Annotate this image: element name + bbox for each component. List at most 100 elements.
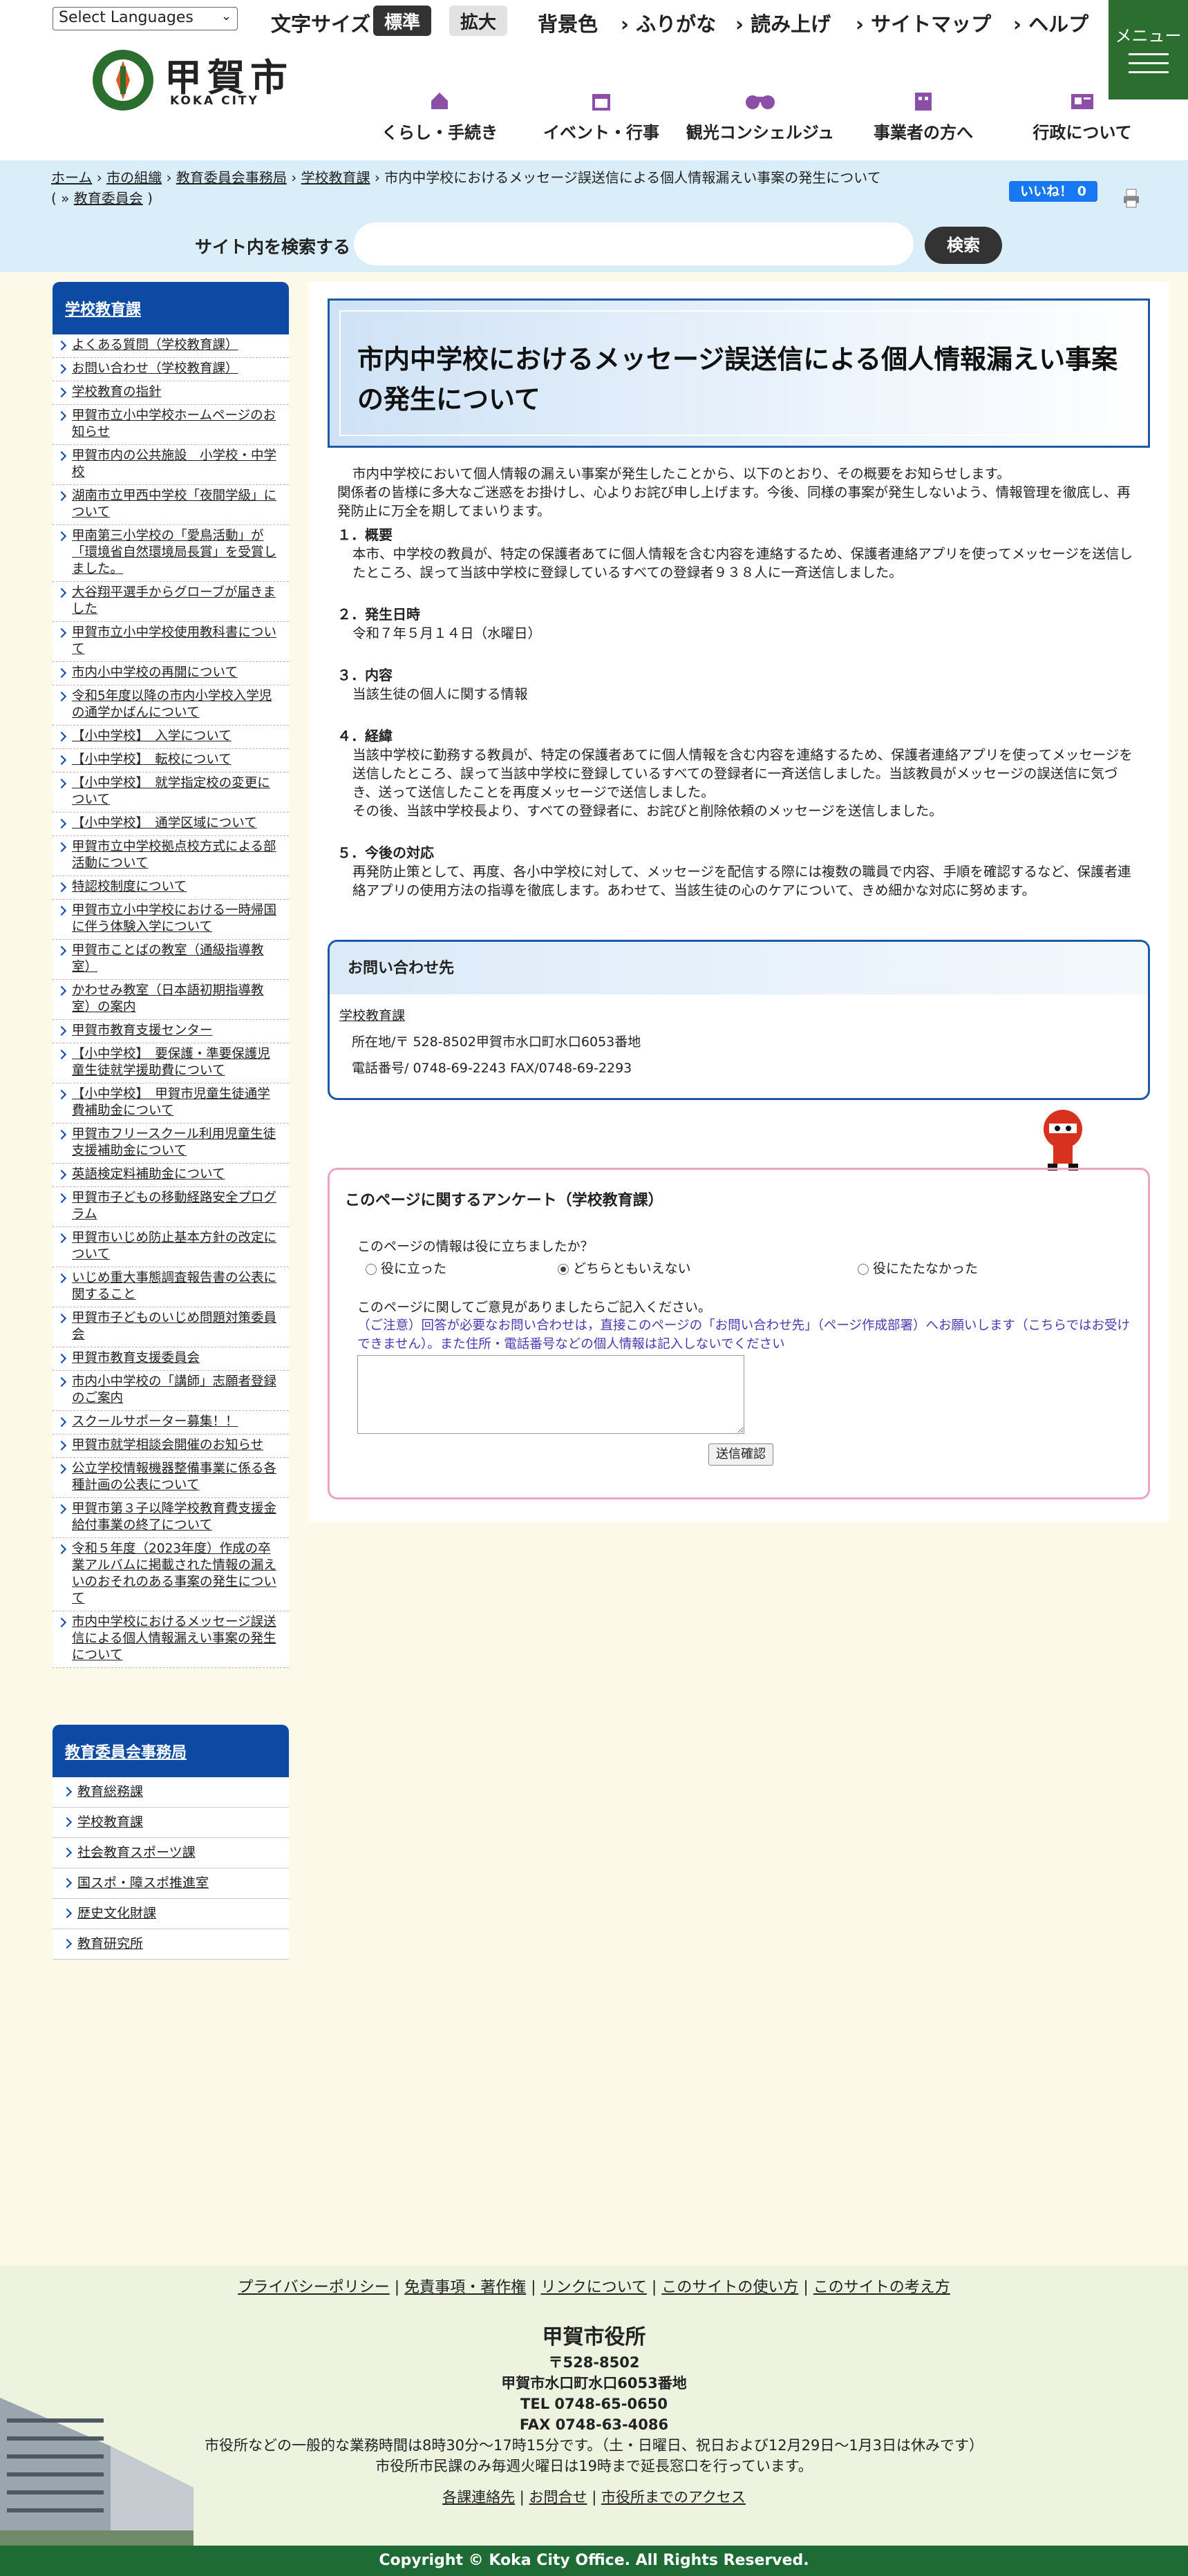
facebook-like-button[interactable]: いいね！ 0	[1009, 181, 1097, 202]
sidebar2-item[interactable]: 教育研究所	[53, 1929, 289, 1960]
read-aloud-button[interactable]: › 読み上げ	[735, 8, 831, 37]
page-title: 市内中学校におけるメッセージ誤送信による個人情報漏えい事案の発生について	[357, 344, 1118, 415]
search-button[interactable]: 検索	[925, 227, 1002, 264]
section-4-body-1: 当該中学校に勤務する教員が、特定の保護者あてに個人情報を含む内容を連絡するため、…	[352, 747, 1133, 800]
survey-option-neutral[interactable]: どちらともいえない	[558, 1258, 691, 1277]
footer-link-policy[interactable]: このサイトの考え方	[813, 2279, 950, 2296]
font-large-button[interactable]: 拡大	[449, 6, 508, 36]
sidebar-item[interactable]: 【小中学校】 入学について	[53, 726, 289, 749]
sidebar-item[interactable]: お問い合わせ（学校教育課）	[53, 358, 289, 381]
sidebar-item[interactable]: 令和5年度以降の市内小学校入学児の通学かばんについて	[53, 685, 289, 726]
site-logo[interactable]: 甲賀市 KOKA CITY	[88, 46, 310, 115]
survey-question-1: このページの情報は役に立ちましたか？	[357, 1239, 594, 1254]
menu-button[interactable]: メニュー	[1109, 0, 1188, 100]
gnav-government[interactable]: 行政について	[1006, 88, 1158, 143]
sidebar-item[interactable]: 学校教育の指針	[53, 381, 289, 405]
sidebar-item[interactable]: 【小中学校】 甲賀市児童生徒通学費補助金について	[53, 1083, 289, 1124]
sidebar2-item[interactable]: 社会教育スポーツ課	[53, 1838, 289, 1868]
chevron-down-icon: ⌄	[220, 9, 232, 23]
city-emblem-icon	[93, 50, 153, 111]
gnav-living[interactable]: くらし・手続き	[364, 88, 516, 143]
radio-icon	[366, 1263, 377, 1275]
help-link[interactable]: › ヘルプ	[1013, 8, 1088, 37]
footer-link-inquiry[interactable]: お問合せ	[529, 2489, 587, 2506]
sidebar-item[interactable]: 甲賀市内の公共施設 小学校・中学校	[53, 445, 289, 485]
survey-comment-textarea[interactable]	[357, 1355, 744, 1434]
footer-link-contacts[interactable]: 各課連絡先	[442, 2489, 515, 2506]
sidebar-item[interactable]: 大谷翔平選手からグローブが届きました	[53, 582, 289, 622]
sidebar-item[interactable]: 公立学校情報機器整備事業に係る各種計画の公表について	[53, 1458, 289, 1498]
sidebar-item[interactable]: いじめ重大事態調査報告書の公表に関すること	[53, 1267, 289, 1307]
print-icon[interactable]	[1122, 188, 1140, 209]
sidebar-item[interactable]: 甲賀市子どもの移動経路安全プログラム	[53, 1187, 289, 1227]
sidebar2-item[interactable]: 学校教育課	[53, 1808, 289, 1838]
font-standard-button[interactable]: 標準	[373, 6, 432, 36]
sidebar-item[interactable]: 【小中学校】 転校について	[53, 749, 289, 773]
sidebar-item[interactable]: 【小中学校】 就学指定校の変更について	[53, 773, 289, 813]
sidebar-item[interactable]: 甲南第三小学校の「愛鳥活動」が「環境省自然環境局長賞」を受賞しました。	[53, 525, 289, 582]
search-input[interactable]	[354, 222, 914, 265]
breadcrumb-school[interactable]: 学校教育課	[301, 169, 370, 186]
footer-link-access[interactable]: 市役所までのアクセス	[601, 2489, 746, 2506]
sidebar-title[interactable]: 学校教育課	[53, 282, 289, 334]
sidebar2-item[interactable]: 教育総務課	[53, 1777, 289, 1808]
sidebar-item[interactable]: 甲賀市第３子以降学校教育費支援金給付事業の終了について	[53, 1498, 289, 1538]
footer-link-links[interactable]: リンクについて	[541, 2279, 647, 2296]
sidebar-item[interactable]: 甲賀市立小中学校ホームページのお知らせ	[53, 405, 289, 445]
survey-submit-button[interactable]: 送信確認	[708, 1443, 773, 1466]
footer-hours-2: 市役所市民課のみ毎週火曜日は19時まで延長窓口を行っています。	[375, 2458, 813, 2474]
gnav-business[interactable]: 事業者の方へ	[847, 88, 999, 143]
footer-link-usage[interactable]: このサイトの使い方	[661, 2279, 798, 2296]
sidebar-item[interactable]: 市内中学校におけるメッセージ誤送信による個人情報漏えい事案の発生について	[53, 1611, 289, 1668]
sidebar-item[interactable]: スクールサポーター募集！！	[53, 1411, 289, 1434]
sidebar-item[interactable]: 特認校制度について	[53, 876, 289, 900]
sidebar-item[interactable]: よくある質問（学校教育課）	[53, 334, 289, 358]
language-select[interactable]: Select Languages ⌄	[53, 7, 238, 30]
sidebar-item[interactable]: 甲賀市いじめ防止基本方針の改定について	[53, 1227, 289, 1267]
section-1-heading: １．概要	[337, 527, 393, 543]
sitemap-link[interactable]: › サイトマップ	[856, 8, 991, 37]
furigana-button[interactable]: › ふりがな	[621, 8, 716, 37]
sidebar-item[interactable]: 甲賀市立小中学校使用教科書について	[53, 622, 289, 662]
sidebar-item[interactable]: 甲賀市立小中学校における一時帰国に伴う体験入学について	[53, 900, 289, 940]
sidebar2-item[interactable]: 歴史文化財課	[53, 1899, 289, 1929]
breadcrumb-home[interactable]: ホーム	[51, 169, 92, 186]
office-icon	[915, 93, 932, 111]
sidebar-item[interactable]: 令和５年度（2023年度）作成の卒業アルバムに掲載された情報の漏えいのおそれのあ…	[53, 1538, 289, 1611]
breadcrumb-dept[interactable]: 教育委員会	[74, 190, 143, 207]
gnav-events[interactable]: イベント・行事	[525, 88, 677, 143]
radio-selected-icon	[558, 1263, 569, 1275]
footer-link-privacy[interactable]: プライバシーポリシー	[238, 2279, 390, 2296]
gnav-tourism[interactable]: 観光コンシェルジュ	[684, 88, 836, 143]
sidebar-item[interactable]: 甲賀市子どものいじめ問題対策委員会	[53, 1307, 289, 1347]
contact-dept-link[interactable]: 学校教育課	[339, 1008, 405, 1023]
footer-fax: FAX 0748-63-4086	[519, 2416, 669, 2433]
section-3-body: 当該生徒の個人に関する情報	[352, 686, 528, 702]
survey-option-useful[interactable]: 役に立った	[366, 1258, 446, 1277]
sidebar-item[interactable]: 甲賀市フリースクール利用児童生徒支援補助金について	[53, 1124, 289, 1164]
footer-links: プライバシーポリシー | 免責事項・著作権 | リンクについて | このサイトの…	[238, 2279, 950, 2296]
sidebar-item[interactable]: 湖南市立甲西中学校「夜間学級」について	[53, 485, 289, 525]
sidebar-item[interactable]: 甲賀市教育支援委員会	[53, 1347, 289, 1371]
sidebar-item[interactable]: 甲賀市教育支援センター	[53, 1020, 289, 1043]
sidebar2-item[interactable]: 国スポ・障スポ推進室	[53, 1868, 289, 1899]
sidebar-title-2[interactable]: 教育委員会事務局	[53, 1725, 289, 1777]
footer-bottom-links: 各課連絡先 | お問合せ | 市役所までのアクセス	[442, 2489, 746, 2506]
sidebar-item[interactable]: 英語検定料補助金について	[53, 1164, 289, 1187]
breadcrumb-org[interactable]: 市の組織	[106, 169, 162, 186]
footer-link-disclaimer[interactable]: 免責事項・著作権	[404, 2279, 526, 2296]
sidebar-item[interactable]: 市内小中学校の「講師」志願者登録のご案内	[53, 1371, 289, 1411]
sidebar-item[interactable]: かわせみ教室（日本語初期指導教室）の案内	[53, 980, 289, 1020]
radio-icon	[858, 1263, 869, 1275]
sidebar-item[interactable]: 市内小中学校の再開について	[53, 662, 289, 685]
sidebar-item[interactable]: 甲賀市立中学校拠点校方式による部活動について	[53, 836, 289, 876]
sidebar-item[interactable]: 甲賀市ことばの教室（通級指導教室）	[53, 940, 289, 980]
footer-tel: TEL 0748-65-0650	[520, 2396, 668, 2412]
bg-color-button[interactable]: 背景色	[538, 8, 598, 37]
sidebar-item[interactable]: 【小中学校】 通学区域について	[53, 813, 289, 836]
sidebar-item[interactable]: 甲賀市就学相談会開催のお知らせ	[53, 1434, 289, 1458]
breadcrumb-board[interactable]: 教育委員会事務局	[176, 169, 287, 186]
sidebar-item[interactable]: 【小中学校】 要保護・準要保護児童生徒就学援助費について	[53, 1043, 289, 1083]
font-size-label: 文字サイズ	[271, 12, 371, 36]
survey-option-not-useful[interactable]: 役にたたなかった	[858, 1258, 978, 1277]
